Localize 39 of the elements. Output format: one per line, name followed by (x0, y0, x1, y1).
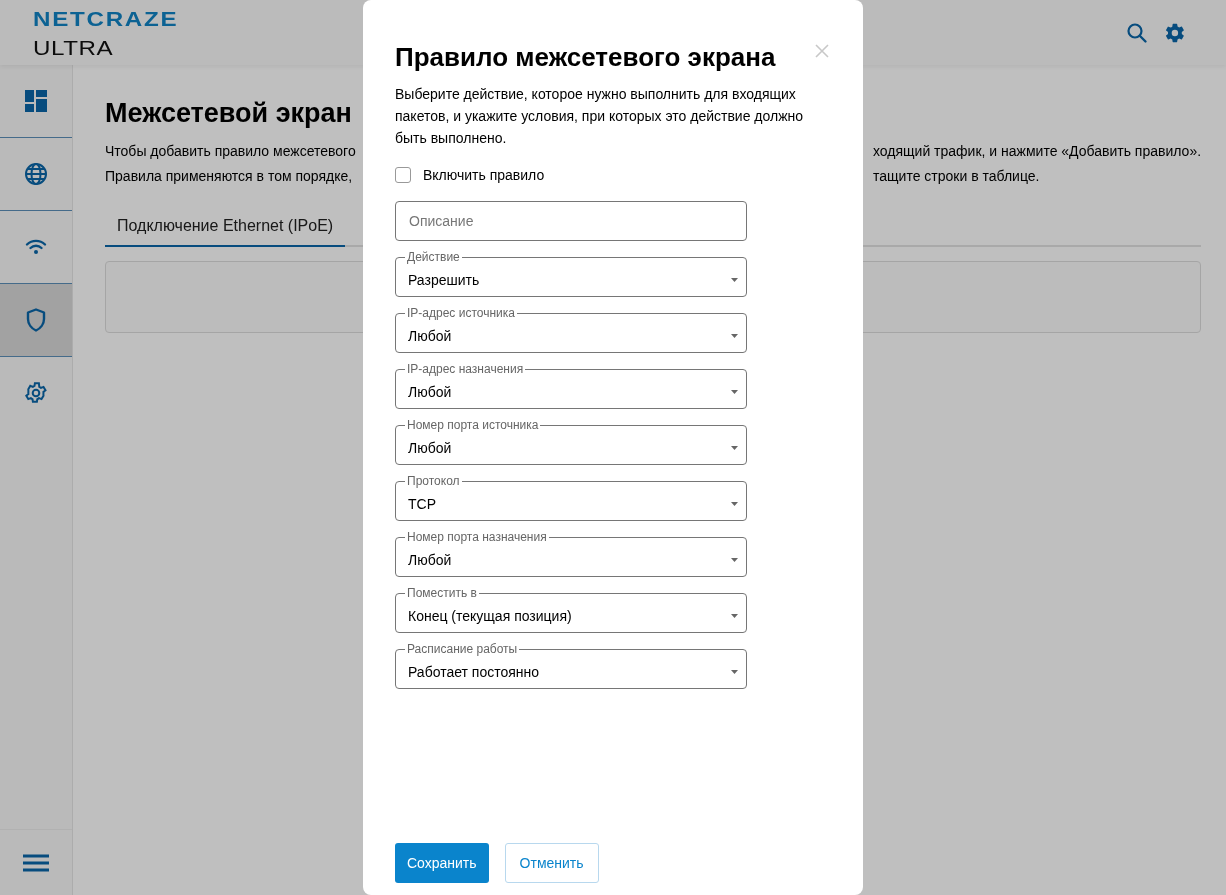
caret-icon (731, 670, 738, 674)
description-text: Правила применяются в том порядке, (105, 167, 353, 186)
select-field[interactable]: Поместить в Конец (текущая позиция) (395, 586, 747, 633)
save-button[interactable]: Сохранить (395, 843, 489, 883)
caret-icon (731, 502, 738, 506)
cancel-button[interactable]: Отменить (504, 843, 599, 883)
caret-icon (731, 614, 738, 618)
select-field[interactable]: Расписание работы Работает постоянно (395, 642, 747, 689)
caret-icon (731, 446, 738, 450)
select-field[interactable]: Протокол TCP (395, 474, 747, 521)
search-icon[interactable] (1126, 21, 1148, 44)
enable-checkbox[interactable] (395, 167, 411, 183)
select-field[interactable]: Номер порта источника Любой (395, 418, 747, 465)
sidebar-item[interactable] (0, 284, 72, 357)
description-field[interactable]: Описание (395, 201, 747, 241)
caret-icon (731, 558, 738, 562)
description-text: тащите строки в таблице. (873, 167, 1040, 186)
caret-icon (731, 278, 738, 282)
wifi-icon (25, 239, 47, 255)
globe-icon (24, 162, 48, 186)
dashboard-icon (25, 90, 47, 112)
page-title: Межсетевой экран (105, 98, 352, 129)
select-field[interactable]: IP-адрес источника Любой (395, 306, 747, 353)
select-field[interactable]: Действие Разрешить (395, 250, 747, 297)
shield-icon (26, 308, 46, 332)
menu-icon (23, 853, 49, 872)
select-field[interactable]: IP-адрес назначения Любой (395, 362, 747, 409)
logo-subtitle: ULTRA (33, 36, 115, 58)
checkbox-label: Включить правило (423, 167, 545, 183)
select-field[interactable]: Номер порта назначения Любой (395, 530, 747, 577)
description-text: Чтобы добавить правило межсетевого (105, 142, 356, 161)
settings-icon[interactable] (1164, 21, 1186, 44)
caret-icon (731, 390, 738, 394)
logo-wordmark: NETCRAZE (33, 7, 179, 29)
connection-tab[interactable]: Подключение Ethernet (IPoE) (105, 217, 346, 247)
dialog-description: Выберите действие, которое нужно выполнить для входящих пакетов, и укажите условия, при которых это действие должно быть выполнено. (395, 85, 805, 148)
description-text: ходящий трафик, и нажмите «Добавить правило». (873, 142, 1202, 161)
gear-icon (24, 381, 48, 405)
dialog-title: Правило межсетевого экрана (395, 42, 776, 73)
